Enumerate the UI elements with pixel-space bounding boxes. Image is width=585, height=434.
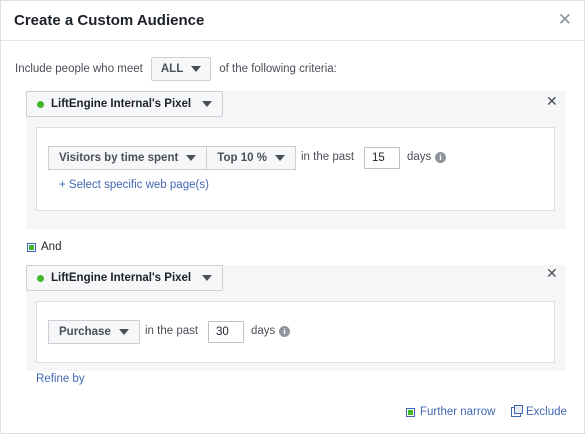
- criteria-suffix: of the following criteria:: [219, 63, 337, 75]
- and-checkbox-icon[interactable]: [27, 242, 36, 252]
- rule-block-2: LiftEngine Internal's Pixel ✕ Purchase i…: [26, 265, 566, 371]
- event-dropdown[interactable]: Visitors by time spent: [48, 146, 208, 170]
- in-the-past-label: in the past: [145, 325, 199, 337]
- caret-down-icon: [202, 101, 213, 107]
- and-label: And: [41, 241, 62, 253]
- event-dropdown[interactable]: Purchase: [48, 320, 140, 344]
- days-input[interactable]: [208, 321, 244, 343]
- match-type-dropdown[interactable]: ALL: [150, 57, 212, 81]
- refine-by-link[interactable]: Refine by: [36, 373, 85, 385]
- green-dot-icon: [37, 274, 44, 282]
- percentile-dropdown[interactable]: Top 10 %: [207, 146, 296, 170]
- criteria-prefix: Include people who meet: [15, 63, 143, 75]
- days-input[interactable]: [364, 147, 400, 169]
- days-label: days: [251, 325, 276, 337]
- caret-down-icon: [186, 155, 197, 161]
- caret-down-icon: [202, 275, 213, 281]
- pixel-source-label: LiftEngine Internal's Pixel: [51, 98, 192, 110]
- info-icon[interactable]: i: [279, 326, 290, 337]
- rule-conditions-panel: Purchase in the past days i: [36, 301, 555, 363]
- custom-audience-dialog: Create a Custom Audience ✕ Include peopl…: [0, 0, 585, 434]
- days-label: days: [407, 151, 432, 163]
- info-icon[interactable]: i: [435, 152, 446, 163]
- exclude-button[interactable]: Exclude: [511, 405, 567, 418]
- caret-down-icon: [191, 66, 202, 72]
- event-label: Purchase: [59, 326, 111, 338]
- caret-down-icon: [274, 155, 285, 161]
- select-web-pages-link[interactable]: + Select specific web page(s): [59, 179, 209, 191]
- remove-rule-icon[interactable]: ✕: [546, 265, 558, 282]
- pixel-source-label: LiftEngine Internal's Pixel: [51, 272, 192, 284]
- and-joiner: And: [27, 241, 61, 253]
- dialog-title: Create a Custom Audience: [14, 12, 205, 29]
- caret-down-icon: [118, 329, 129, 335]
- in-the-past-label: in the past: [301, 151, 355, 163]
- percentile-label: Top 10 %: [217, 152, 267, 164]
- exclude-label: Exclude: [526, 406, 567, 418]
- green-dot-icon: [37, 100, 44, 108]
- narrow-icon: [406, 407, 415, 417]
- event-label: Visitors by time spent: [59, 152, 179, 164]
- remove-rule-icon[interactable]: ✕: [546, 93, 558, 110]
- criteria-sentence: Include people who meet ALL of the follo…: [15, 57, 337, 81]
- further-narrow-label: Further narrow: [420, 406, 496, 418]
- event-segment: Purchase: [48, 320, 140, 344]
- match-type-value: ALL: [160, 63, 184, 75]
- event-segment: Visitors by time spent Top 10 %: [48, 146, 296, 170]
- dialog-header: Create a Custom Audience ✕: [1, 1, 584, 41]
- pixel-source-dropdown[interactable]: LiftEngine Internal's Pixel: [26, 91, 224, 117]
- rule-conditions-panel: Visitors by time spent Top 10 % in the p…: [36, 127, 555, 211]
- close-icon[interactable]: ✕: [558, 10, 572, 30]
- exclude-icon: [511, 405, 523, 417]
- further-narrow-button[interactable]: Further narrow: [406, 406, 495, 418]
- pixel-source-dropdown[interactable]: LiftEngine Internal's Pixel: [26, 265, 224, 291]
- rule-block-1: LiftEngine Internal's Pixel ✕ Visitors b…: [26, 91, 566, 229]
